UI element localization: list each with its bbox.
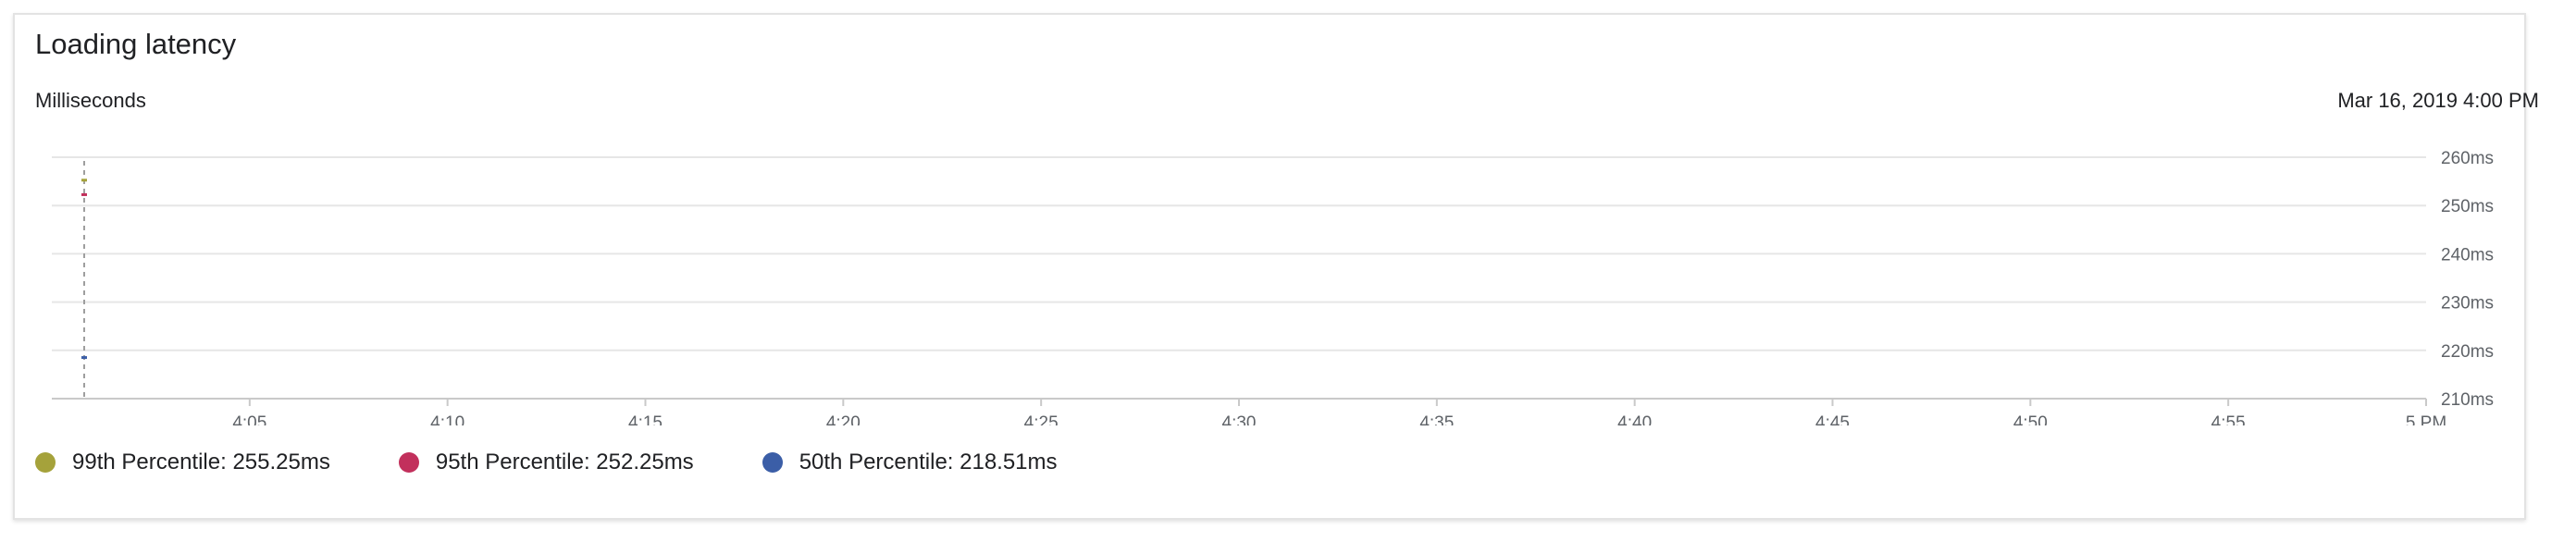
- legend-item-p95[interactable]: 95th Percentile: 252.25ms: [398, 450, 694, 475]
- legend-swatch-p50: [762, 452, 783, 473]
- legend-item-p50[interactable]: 50th Percentile: 218.51ms: [762, 450, 1058, 475]
- latency-chart[interactable]: 260ms 250ms 240ms 230ms 220ms 210ms 4:05 4:10 4:…: [0, 0, 2576, 425]
- x-tick-label: 4:20: [826, 413, 861, 425]
- y-tick-label: 220ms: [2441, 342, 2494, 362]
- x-tick-label: 4:45: [1815, 413, 1850, 425]
- y-tick-label: 260ms: [2441, 149, 2494, 168]
- legend-swatch-p99: [35, 452, 56, 473]
- y-tick-label: 230ms: [2441, 294, 2494, 314]
- x-tick-label: 4:10: [430, 413, 464, 425]
- y-tick-label: 240ms: [2441, 245, 2494, 265]
- x-tick-label: 4:35: [1419, 413, 1454, 425]
- x-tick-label: 4:30: [1222, 413, 1257, 425]
- chart-legend: 99th Percentile: 255.25ms 95th Percentil…: [35, 450, 1126, 475]
- legend-item-p99[interactable]: 99th Percentile: 255.25ms: [35, 450, 330, 475]
- x-tick-label: 4:05: [232, 413, 266, 425]
- legend-label-p99: 99th Percentile: 255.25ms: [72, 450, 330, 474]
- y-tick-label: 250ms: [2441, 197, 2494, 216]
- x-tick-label: 4:50: [2013, 413, 2048, 425]
- legend-swatch-p95: [398, 452, 419, 473]
- x-tick-label: 4:25: [1024, 413, 1059, 425]
- legend-label-p50: 50th Percentile: 218.51ms: [799, 450, 1058, 474]
- x-tick-label: 4:15: [628, 413, 663, 425]
- x-tick-label: 4:55: [2211, 413, 2246, 425]
- legend-label-p95: 95th Percentile: 252.25ms: [435, 450, 694, 474]
- y-tick-label: 210ms: [2441, 390, 2494, 410]
- x-tick-label: 5 PM: [2406, 413, 2446, 425]
- x-tick-label: 4:40: [1617, 413, 1652, 425]
